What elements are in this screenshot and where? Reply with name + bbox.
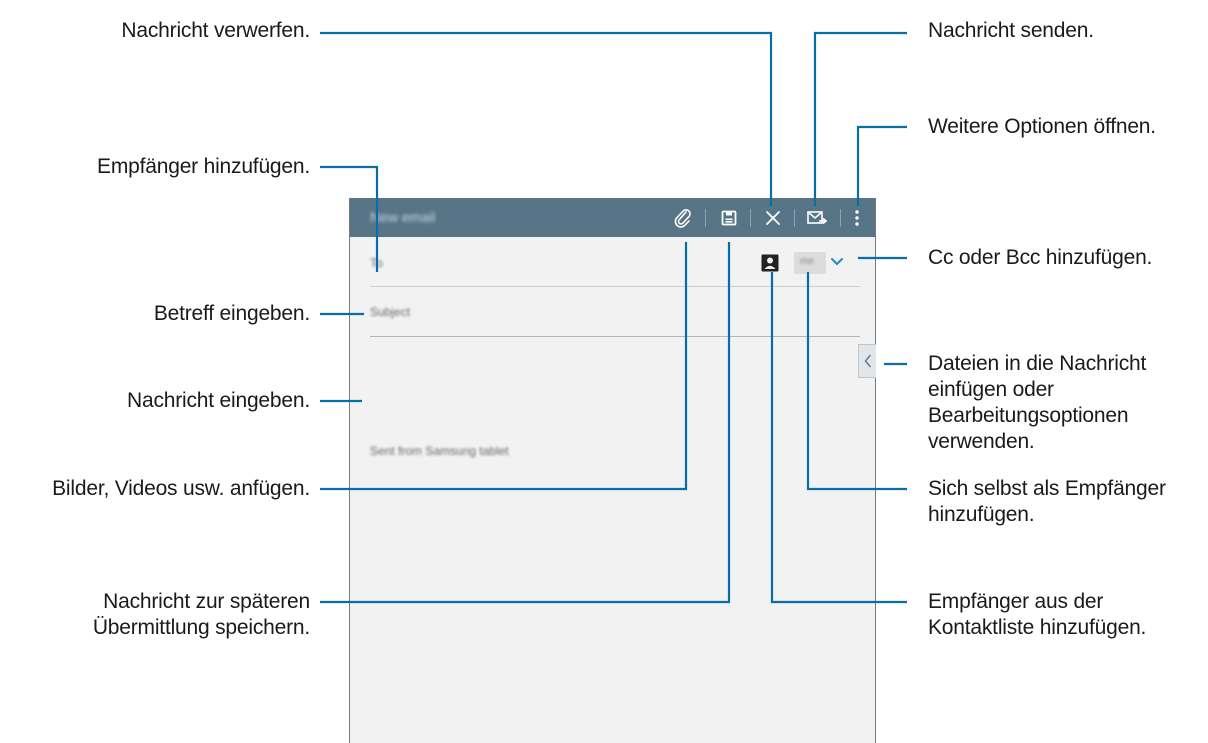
- callout-add-self: Sich selbst als Empfänger hinzufügen.: [928, 477, 1166, 526]
- callout-add-recipients: Empfänger hinzufügen.: [97, 155, 310, 178]
- callout-subject: Betreff eingeben.: [153, 302, 310, 325]
- callout-contacts: Empfänger aus der Kontaktliste hinzufüge…: [928, 590, 1147, 639]
- leader-discard: [320, 31, 773, 206]
- leader-add-recipients: [320, 165, 379, 272]
- leader-save: [320, 242, 731, 604]
- leader-add-self: [806, 272, 907, 491]
- callout-insert-files: Dateien in die Nachricht einfügen oder B…: [928, 352, 1147, 453]
- leader-send: [813, 31, 907, 206]
- callout-attach: Bilder, Videos usw. anfügen.: [52, 477, 310, 500]
- callout-message: Nachricht eingeben.: [127, 389, 310, 412]
- callout-discard: Nachricht verwerfen.: [121, 19, 310, 42]
- callout-cc-bcc: Cc oder Bcc hinzufügen.: [928, 246, 1153, 269]
- callout-send: Nachricht senden.: [928, 19, 1094, 42]
- callout-save-later: Nachricht zur späteren Übermittlung spei…: [92, 590, 310, 639]
- leader-attach: [320, 242, 688, 491]
- leader-contacts: [770, 272, 907, 604]
- callout-more-options: Weitere Optionen öffnen.: [928, 115, 1156, 138]
- leader-more: [856, 125, 907, 206]
